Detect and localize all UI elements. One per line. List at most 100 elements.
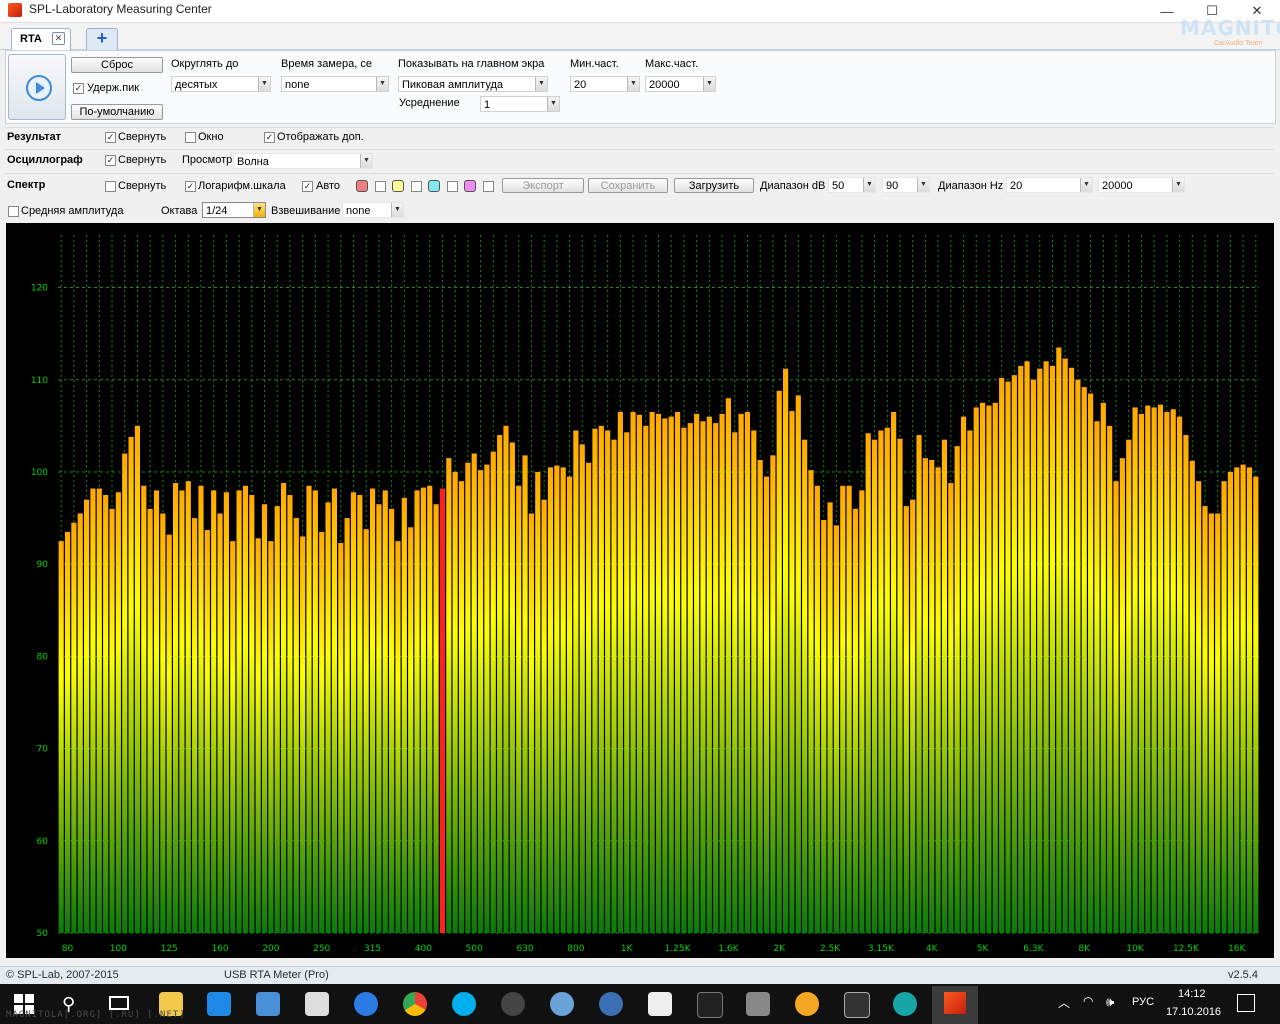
task-view-icon[interactable] bbox=[109, 996, 129, 1010]
x-tick-label: 6.3K bbox=[1023, 944, 1044, 954]
trace-visible-checkbox[interactable] bbox=[447, 181, 458, 192]
trace-visible-checkbox[interactable] bbox=[483, 181, 494, 192]
spectrum-bar bbox=[484, 464, 490, 933]
max-freq-select[interactable]: 20000 ▼ bbox=[645, 76, 716, 92]
export-button[interactable]: Экспорт bbox=[502, 178, 584, 193]
tab-close-icon[interactable]: ✕ bbox=[52, 32, 65, 45]
osc-collapse-checkbox[interactable]: ✓ bbox=[105, 155, 116, 166]
spectrum-bar bbox=[490, 451, 496, 933]
spectrum-bar bbox=[655, 413, 662, 933]
paint-icon[interactable] bbox=[550, 992, 574, 1016]
trace-color-swatch[interactable] bbox=[392, 180, 404, 192]
trace-color-swatch[interactable] bbox=[464, 180, 476, 192]
measure-time-value: none bbox=[285, 79, 310, 91]
spectrum-collapse-checkbox[interactable] bbox=[105, 181, 116, 192]
range-hz-max-select[interactable]: 20000 ▼ bbox=[1098, 177, 1185, 193]
spectrum-bar bbox=[503, 425, 509, 933]
chevron-down-icon: ▼ bbox=[258, 77, 270, 91]
volume-icon[interactable]: 🕪 bbox=[1106, 994, 1114, 1010]
spectrum-bar bbox=[605, 430, 611, 933]
wifi-icon[interactable]: ◠ bbox=[1083, 994, 1093, 1008]
play-button[interactable] bbox=[8, 54, 66, 120]
spectrum-bar bbox=[134, 425, 141, 933]
play-triangle-icon bbox=[36, 82, 45, 94]
x-tick-label: 125 bbox=[161, 944, 178, 954]
range-db-min-select[interactable]: 50 ▼ bbox=[828, 177, 876, 193]
trace-color-swatch[interactable] bbox=[428, 180, 440, 192]
save-button[interactable]: Сохранить bbox=[588, 178, 668, 193]
range-db-label: Диапазон dB bbox=[760, 180, 826, 192]
store-icon[interactable] bbox=[207, 992, 231, 1016]
spectrum-bar bbox=[560, 467, 566, 933]
trace-color-swatch[interactable] bbox=[356, 180, 368, 192]
x-tick-label: 200 bbox=[262, 944, 279, 954]
log-scale-label: Логарифм.шкала bbox=[198, 180, 286, 192]
clock-date[interactable]: 17.10.2016 bbox=[1166, 1006, 1221, 1018]
spectrum-bar bbox=[1176, 416, 1183, 933]
spectrum-chart-svg: 120 110 100 90 80 70 60 50 80 100 125 160 200 250 315 4… bbox=[31, 235, 1259, 954]
log-scale-checkbox[interactable]: ✓ bbox=[185, 181, 196, 192]
spectrum-bar bbox=[1240, 464, 1246, 933]
reset-button[interactable]: Сброс bbox=[71, 57, 163, 73]
weighting-select[interactable]: none ▼ bbox=[342, 202, 404, 218]
grid-app-icon[interactable] bbox=[844, 992, 870, 1018]
fox-app-icon[interactable] bbox=[697, 992, 723, 1018]
app-window-icon[interactable] bbox=[648, 992, 672, 1016]
range-hz-min-select[interactable]: 20 ▼ bbox=[1006, 177, 1093, 193]
auto-checkbox[interactable]: ✓ bbox=[302, 181, 313, 192]
spectrum-bar bbox=[477, 470, 484, 933]
chrome-icon[interactable] bbox=[403, 992, 427, 1016]
fruity-loops-icon[interactable] bbox=[795, 992, 819, 1016]
min-freq-select[interactable]: 20 ▼ bbox=[570, 76, 640, 92]
tool-app-icon[interactable] bbox=[746, 992, 770, 1016]
language-indicator[interactable]: РУС bbox=[1132, 996, 1154, 1008]
measure-time-select[interactable]: none ▼ bbox=[281, 76, 389, 92]
spectrum-bar bbox=[179, 490, 185, 933]
x-tick-label: 250 bbox=[313, 944, 330, 954]
spectrum-bar bbox=[1075, 379, 1081, 933]
averaging-select[interactable]: 1 ▼ bbox=[480, 96, 560, 112]
result-window-checkbox[interactable] bbox=[185, 132, 196, 143]
spectrum-bar bbox=[694, 413, 700, 933]
spectrum-bar bbox=[1126, 439, 1132, 933]
contacts-icon[interactable] bbox=[256, 992, 280, 1016]
result-collapse-checkbox[interactable]: ✓ bbox=[105, 132, 116, 143]
spectrum-bar bbox=[1100, 402, 1106, 933]
logo-subtitle: CarAudio Team bbox=[1214, 40, 1263, 47]
spectrum-bar bbox=[414, 490, 420, 933]
spectrum-bar bbox=[738, 413, 744, 933]
spectrum-bar bbox=[528, 513, 534, 933]
zoom-icon[interactable] bbox=[354, 992, 378, 1016]
round-select[interactable]: десятых ▼ bbox=[171, 76, 271, 92]
default-button[interactable]: По-умолчанию bbox=[71, 104, 163, 120]
spectrum-bar bbox=[230, 541, 236, 933]
avg-amplitude-checkbox[interactable] bbox=[8, 206, 19, 217]
audio-tool-icon[interactable] bbox=[501, 992, 525, 1016]
spectrum-bar bbox=[1107, 425, 1113, 933]
show-main-select[interactable]: Пиковая амплитуда ▼ bbox=[398, 76, 548, 92]
osc-view-select[interactable]: Волна ▼ bbox=[233, 153, 373, 169]
hold-peak-checkbox[interactable]: ✓ bbox=[73, 83, 84, 94]
add-tab-button[interactable]: + bbox=[86, 28, 118, 50]
sw-app-icon[interactable] bbox=[599, 992, 623, 1016]
spl-lab-taskbar-button[interactable] bbox=[932, 986, 978, 1024]
tab-rta[interactable]: RTA ✕ bbox=[11, 28, 71, 50]
spectrum-bar bbox=[153, 490, 160, 933]
notification-icon[interactable] bbox=[1237, 994, 1255, 1012]
range-db-max-select[interactable]: 90 ▼ bbox=[882, 177, 930, 193]
x-tick-label: 500 bbox=[466, 944, 483, 954]
spectrum-bar bbox=[1170, 409, 1176, 933]
spectrum-bar bbox=[64, 531, 71, 933]
spectrum-bar bbox=[897, 438, 903, 933]
divider bbox=[5, 149, 1274, 150]
trace-visible-checkbox[interactable] bbox=[375, 181, 386, 192]
edge-app-icon[interactable] bbox=[893, 992, 917, 1016]
skype-icon[interactable] bbox=[452, 992, 476, 1016]
clock-time[interactable]: 14:12 bbox=[1178, 988, 1206, 1000]
chevron-up-icon[interactable]: ︿ bbox=[1058, 994, 1070, 1011]
trace-visible-checkbox[interactable] bbox=[411, 181, 422, 192]
show-extra-checkbox[interactable]: ✓ bbox=[264, 132, 275, 143]
calculator-icon[interactable] bbox=[305, 992, 329, 1016]
load-button[interactable]: Загрузить bbox=[674, 178, 754, 193]
octave-select[interactable]: 1/24 ▼ bbox=[202, 202, 266, 218]
